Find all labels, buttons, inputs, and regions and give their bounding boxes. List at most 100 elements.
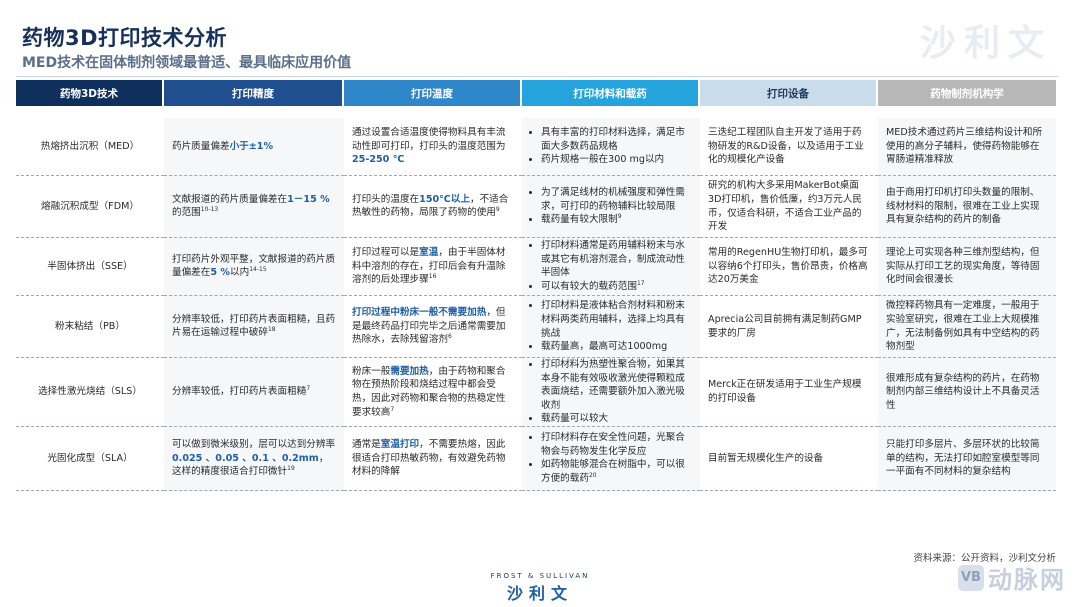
- cell-materials: 打印材料是液体粘合剂材料和粉末材料两类药用辅料，选择上均具有挑战载药量高，最高可…: [522, 296, 700, 358]
- cell-precision-highlight: 0.025 、0.05 、0.1 、0.2mm: [172, 452, 319, 464]
- materials-item: 载药量有较大限制9: [541, 213, 692, 227]
- materials-item-text: 打印材料存在安全性问题，光聚合物会与药物发生化学反应: [541, 432, 685, 457]
- materials-item-text: 打印材料是液体粘合剂材料和粉末材料两类药用辅料，选择上均具有挑战: [541, 300, 685, 339]
- table-row: 光固化成型（SLA） 可以做到微米级别，层可以达到分辨率0.025 、0.05 、…: [16, 427, 1056, 492]
- table-row: 半固体挤出（SSE） 打印药片外观平整，文献报道的药片质量偏差在5 %以内14-1…: [16, 238, 1056, 296]
- cell-precision-citation: 7: [306, 385, 311, 393]
- materials-item: 打印材料存在安全性问题，光聚合物会与药物发生化学反应: [541, 431, 692, 458]
- column-header-precision: 打印精度: [164, 80, 344, 106]
- materials-item-text: 载药量有较大限制: [541, 214, 618, 226]
- cell-temperature: 打印头的温度在150℃以上，不适合热敏性的药物，局限了药物的使用9: [344, 176, 522, 238]
- cell-mechanism: 很难形成有复杂结构的药片，在药物制剂内部三维结构设计上不具备灵活性: [878, 358, 1056, 428]
- materials-item: 具有丰富的打印材料选择，满足市面大多数药品规格: [541, 126, 692, 153]
- cell-precision: 分辨率较低，打印药片表面粗糙，且药片易在运输过程中破碎18: [164, 296, 344, 358]
- footer-brand-sub: FROST & SULLIVAN: [490, 572, 590, 580]
- row-technology-name: 光固化成型（SLA）: [16, 427, 164, 492]
- materials-list: 具有丰富的打印材料选择，满足市面大多数药品规格药片规格一般在300 mg以内: [530, 126, 692, 167]
- cell-materials: 为了满足线材的机械强度和弹性需求，可打印的药物辅料比较局限载药量有较大限制9: [522, 176, 700, 238]
- cell-temperature-citation: 16: [428, 273, 437, 281]
- column-header-device: 打印设备: [700, 80, 878, 106]
- cell-temperature-highlight: 150℃以上: [419, 193, 470, 205]
- materials-item: 载药量高，最高可达1000mg: [541, 340, 692, 354]
- cell-temperature-highlight: 室温: [419, 246, 439, 258]
- cell-temperature-citation: 9: [495, 206, 500, 214]
- table-row: 选择性激光烧结（SLS） 分辨率较低，打印药片表面粗糙7 粉床一般需要加热，由于药物…: [16, 358, 1056, 428]
- page-subtitle: MED技术在固体制剂领域最普适、最具临床应用价值: [22, 55, 352, 71]
- column-header-technology: 药物3D技术: [16, 80, 164, 106]
- cell-temperature-text: 粉床一般: [352, 365, 391, 377]
- row-technology-name: 热熔挤出沉积（MED）: [16, 118, 164, 176]
- cell-precision: 文献报道的药片质量偏差在1－15 % 的范围10-13: [164, 176, 344, 238]
- materials-list: 打印材料存在安全性问题，光聚合物会与药物发生化学反应如药物能够混合在树脂中，可以…: [530, 431, 692, 486]
- row-technology-name: 半固体挤出（SSE）: [16, 238, 164, 296]
- materials-item-text: 打印材料通常是药用辅料粉末与水或其它有机溶剂混合，制成流动性半固体: [541, 240, 685, 279]
- materials-list: 打印材料是液体粘合剂材料和粉末材料两类药用辅料，选择上均具有挑战载药量高，最高可…: [530, 299, 692, 353]
- footer-brand: FROST & SULLIVAN 沙利文: [0, 572, 1080, 604]
- cell-temperature-text: 通常是: [352, 439, 381, 451]
- column-header-temperature: 打印温度: [344, 80, 522, 106]
- cell-materials: 具有丰富的打印材料选择，满足市面大多数药品规格药片规格一般在300 mg以内: [522, 118, 700, 176]
- row-technology-name: 熔融沉积成型（FDM）: [16, 176, 164, 238]
- materials-item: 如药物能够混合在树脂中，可以很方便的载药20: [541, 458, 692, 485]
- cell-mechanism: MED技术通过药片三维结构设计和所使用的高分子辅料，使得药物能够在胃肠道精准释放: [878, 118, 1056, 176]
- cell-temperature-text: 打印过程可以是: [352, 246, 420, 258]
- cell-temperature: 通过设置合适温度使得物料具有丰流动性即可打印，打印头的温度范围为 25-250 ℃: [344, 118, 522, 176]
- table-row: 热熔挤出沉积（MED） 药片质量偏差小于±1% 通过设置合适温度使得物料具有丰流动性…: [16, 118, 1056, 176]
- cell-device: 三迭纪工程团队自主开发了适用于药物研发的R&D设备，以及适用于工业化的规模化产设…: [700, 118, 878, 176]
- materials-item: 药片规格一般在300 mg以内: [541, 153, 692, 167]
- cell-device: Aprecia公司目前拥有满足制药GMP要求的厂房: [700, 296, 878, 358]
- cell-precision: 分辨率较低，打印药片表面粗糙7: [164, 358, 344, 428]
- table-header-row: 药物3D技术 打印精度 打印温度 打印材料和载药 打印设备 药物制剂机构学: [16, 80, 1056, 106]
- materials-item-text: 打印材料为热塑性聚合物，如果其本身不能有效吸收激光使得颗粒成表面烧结，还需要额外…: [541, 359, 685, 411]
- cell-temperature: 打印过程中粉床一般不需要加热，但是最终药品打印完毕之后通常需要加热除水，去除残留…: [344, 296, 522, 358]
- cell-temperature-highlight: 室温打印: [380, 439, 420, 451]
- corner-logo-text: 动脉网: [988, 566, 1066, 594]
- materials-citation: 20: [588, 472, 597, 480]
- row-technology-name: 选择性激光烧结（SLS）: [16, 358, 164, 428]
- cell-materials: 打印材料存在安全性问题，光聚合物会与药物发生化学反应如药物能够混合在树脂中，可以…: [522, 427, 700, 492]
- table-row: 熔融沉积成型（FDM） 文献报道的药片质量偏差在1－15 % 的范围10-13 打印头…: [16, 176, 1056, 238]
- cell-device: Merck正在研发适用于工业生产规模的打印设备: [700, 358, 878, 428]
- cell-precision-citation: 18: [267, 326, 276, 334]
- cell-mechanism: 理论上可实现各种三维剂型结构，但实际从打印工艺的现实角度，等待固化时间会很漫长: [878, 238, 1056, 296]
- cell-temperature-highlight: 需要加热: [390, 365, 429, 377]
- table-row: 粉末粘结（PB） 分辨率较低，打印药片表面粗糙，且药片易在运输过程中破碎18 打印过…: [16, 296, 1056, 358]
- cell-precision-citation: 10-13: [200, 206, 219, 214]
- materials-item: 打印材料是液体粘合剂材料和粉末材料两类药用辅料，选择上均具有挑战: [541, 299, 692, 340]
- cell-precision-text: 药片质量偏差: [172, 140, 230, 152]
- materials-item: 为了满足线材的机械强度和弹性需求，可打印的药物辅料比较局限: [541, 186, 692, 213]
- cell-temperature: 粉床一般需要加热，由于药物和聚合物在预热阶段和烧结过程中都会受热，因此对药物和聚…: [344, 358, 522, 428]
- materials-item-text: 具有丰富的打印材料选择，满足市面大多数药品规格: [541, 127, 685, 152]
- materials-item: 可以有较大的载药范围17: [541, 280, 692, 294]
- cell-precision: 可以做到微米级别，层可以达到分辨率0.025 、0.05 、0.1 、0.2mm…: [164, 427, 344, 492]
- comparison-table: 药物3D技术 打印精度 打印温度 打印材料和载药 打印设备 药物制剂机构学 热熔…: [16, 80, 1056, 492]
- cell-precision: 打印药片外观平整，文献报道的药片质量偏差在5 %以内14-15: [164, 238, 344, 296]
- materials-item: 打印材料通常是药用辅料粉末与水或其它有机溶剂混合，制成流动性半固体: [541, 239, 692, 280]
- cell-precision-text-after: 的范围: [172, 207, 201, 219]
- materials-item-text: 可以有较大的载药范围: [541, 281, 637, 293]
- cell-device: 常用的RegenHU生物打印机，最多可以容纳6个打印头，售价昂贵，价格高达20万…: [700, 238, 878, 296]
- materials-list: 为了满足线材的机械强度和弹性需求，可打印的药物辅料比较局限载药量有较大限制9: [530, 186, 692, 227]
- cell-temperature-citation: 6: [447, 333, 452, 341]
- cell-mechanism: 由于商用打印机打印头数量的限制、线材材料的限制，很难在工业上实现具有复杂结构的药…: [878, 176, 1056, 238]
- cell-temperature-text: 打印头的温度在: [352, 193, 420, 205]
- cell-mechanism: 微控释药物具有一定难度，一般用于实验室研究，很难在工业上大规模推广，无法制备例如…: [878, 296, 1056, 358]
- cell-temperature-citation: 7: [390, 405, 395, 413]
- cell-precision-text: 可以做到微米级别，层可以达到分辨率: [172, 439, 336, 451]
- materials-item: 打印材料为热塑性聚合物，如果其本身不能有效吸收激光使得颗粒成表面烧结，还需要额外…: [541, 358, 692, 412]
- cell-precision-citation: 14-15: [249, 266, 267, 274]
- cell-precision-text-after: 以内: [230, 267, 250, 279]
- cell-mechanism: 只能打印多层片、多层环状的比较简单的结构，无法打印如腔室模型等同一平面有不同材料…: [878, 427, 1056, 492]
- materials-item: 载药量可以较大: [541, 412, 692, 426]
- materials-citation: 17: [636, 280, 645, 288]
- title-rule: [16, 76, 1058, 77]
- cell-precision: 药片质量偏差小于±1%: [164, 118, 344, 176]
- cell-device: 目前暂无规模化生产的设备: [700, 427, 878, 492]
- cell-temperature-text: 通过设置合适温度使得物料具有丰流动性即可打印，打印头的温度范围为: [352, 126, 506, 152]
- cell-temperature: 打印过程可以是室温，由于半固体材料中溶剂的存在，打印后会有升温除溶剂的后处理步骤…: [344, 238, 522, 296]
- cell-precision-text: 分辨率较低，打印药片表面粗糙: [172, 386, 307, 398]
- table-body: 热熔挤出沉积（MED） 药片质量偏差小于±1% 通过设置合适温度使得物料具有丰流动性…: [16, 106, 1056, 492]
- materials-citation: 9: [617, 213, 622, 221]
- cell-precision-highlight: 1－15 %: [287, 193, 330, 205]
- row-technology-name: 粉末粘结（PB）: [16, 296, 164, 358]
